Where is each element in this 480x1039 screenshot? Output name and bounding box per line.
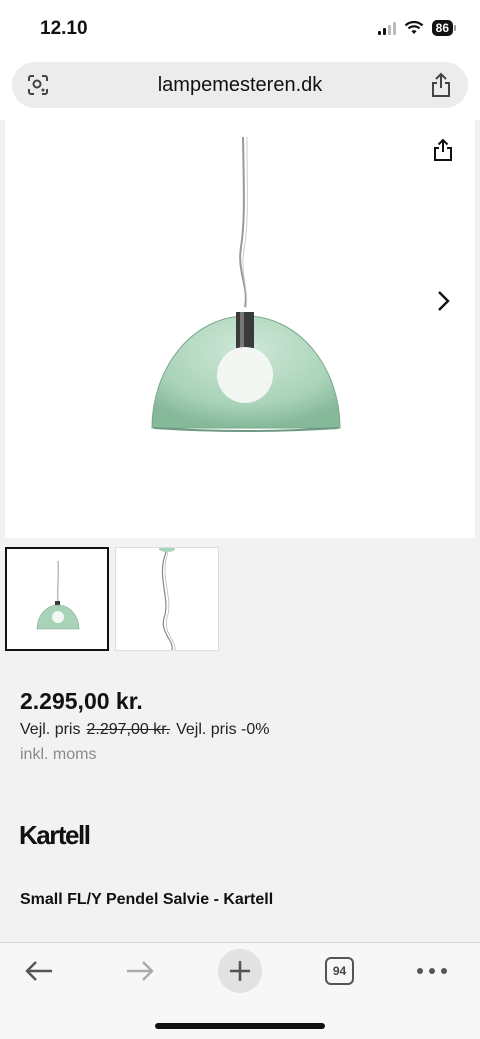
status-icons: 86	[377, 20, 456, 36]
status-time: 12.10	[40, 18, 88, 39]
share-icon[interactable]	[433, 138, 453, 162]
thumbnail-strip	[5, 547, 219, 651]
camera-search-icon[interactable]	[26, 73, 50, 97]
wifi-icon	[404, 21, 423, 34]
status-bar: 12.10 86	[0, 0, 480, 58]
product-image[interactable]	[5, 120, 475, 538]
address-bar[interactable]: lampemesteren.dk	[12, 62, 468, 108]
url-text: lampemesteren.dk	[157, 73, 323, 96]
pendant-lamp-image	[151, 136, 341, 432]
browser-header: lampemesteren.dk	[0, 58, 480, 120]
product-price: 2.295,00 kr.	[20, 688, 143, 714]
plus-icon	[230, 961, 250, 981]
back-arrow-icon[interactable]	[24, 959, 54, 983]
forward-arrow-icon[interactable]	[125, 959, 155, 983]
vejl-label: Vejl. pris	[20, 721, 81, 738]
signal-icon	[377, 21, 396, 35]
new-tab-button[interactable]	[218, 949, 262, 993]
thumbnail-1[interactable]	[5, 547, 109, 651]
vejl-discount: Vejl. pris -0%	[176, 721, 270, 738]
recommended-price: Vejl. pris 2.297,00 kr. Vejl. pris -0%	[20, 721, 269, 739]
tabs-button[interactable]: 94	[325, 957, 354, 985]
battery-icon: 86	[431, 20, 456, 36]
more-icon[interactable]	[416, 967, 448, 975]
pendant-lamp-thumbnail	[36, 560, 80, 630]
product-title: Small FL/Y Pendel Salvie - Kartell	[20, 891, 274, 908]
thumbnail-2[interactable]	[115, 547, 219, 651]
share-icon[interactable]	[430, 72, 452, 98]
chevron-right-icon[interactable]	[437, 290, 451, 312]
vat-note: inkl. moms	[20, 746, 97, 763]
home-indicator	[155, 1023, 325, 1029]
tab-count: 94	[332, 964, 347, 978]
battery-level: 86	[431, 20, 453, 36]
lamp-cord-thumbnail	[159, 548, 176, 650]
vejl-old-price: 2.297,00 kr.	[86, 721, 171, 738]
brand-logo[interactable]: Kartell	[19, 820, 91, 851]
browser-toolbar: 94	[0, 942, 480, 1039]
